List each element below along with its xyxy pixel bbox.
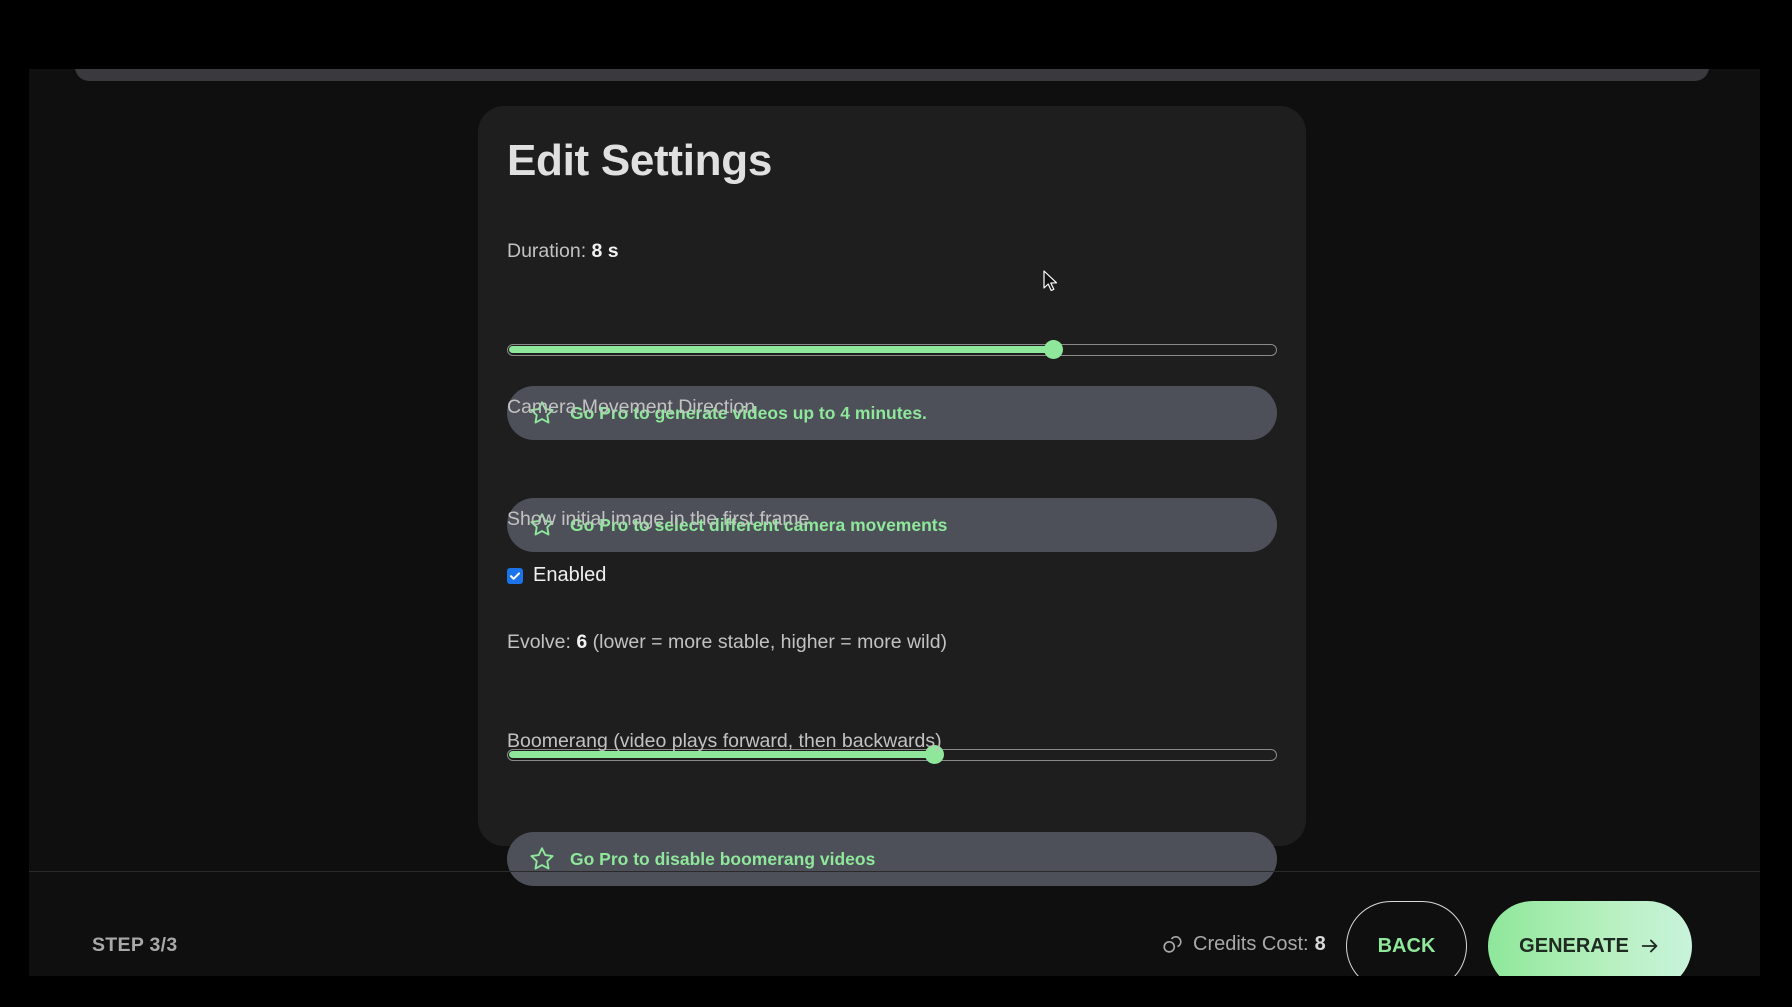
- arrow-right-icon: [1641, 939, 1658, 953]
- step-indicator: STEP 3/3: [92, 934, 178, 956]
- enabled-checkbox[interactable]: [507, 567, 523, 584]
- credits-cost: Credits Cost: 8: [1161, 933, 1326, 956]
- duration-slider-thumb[interactable]: [1044, 340, 1063, 359]
- duration-value: 8 s: [591, 240, 619, 262]
- enabled-checkbox-row[interactable]: Enabled: [507, 564, 606, 587]
- initial-image-label: Show initial image in the first frame: [507, 508, 810, 530]
- footer-divider: [29, 871, 1760, 872]
- top-strip: [75, 69, 1709, 81]
- mouse-cursor-icon: [1043, 270, 1057, 292]
- duration-label-text: Duration:: [507, 240, 587, 262]
- duration-slider[interactable]: [507, 340, 1277, 359]
- credits-label: Credits Cost:: [1193, 933, 1309, 955]
- app-frame: Edit Settings Duration: 8 s Go Pro to ge…: [29, 69, 1760, 976]
- evolve-hint: (lower = more stable, higher = more wild…: [592, 631, 948, 653]
- boomerang-pro-text: Go Pro to disable boomerang videos: [570, 848, 876, 869]
- camera-label: Camera Movement Direction: [507, 396, 756, 418]
- settings-card: Edit Settings Duration: 8 s Go Pro to ge…: [478, 106, 1306, 886]
- duration-label: Duration: 8 s: [507, 240, 619, 263]
- star-icon: [530, 847, 554, 870]
- generate-label: GENERATE: [1519, 934, 1629, 957]
- boomerang-pro-banner[interactable]: Go Pro to disable boomerang videos: [507, 832, 1277, 886]
- check-icon: [510, 571, 520, 580]
- evolve-label: Evolve: 6 (lower = more stable, higher =…: [507, 631, 947, 654]
- boomerang-label: Boomerang (video plays forward, then bac…: [507, 730, 942, 752]
- evolve-value: 6: [576, 631, 588, 653]
- enabled-checkbox-label: Enabled: [533, 564, 607, 586]
- duration-slider-fill: [509, 346, 1054, 353]
- evolve-label-text: Evolve:: [507, 631, 571, 653]
- generate-button[interactable]: GENERATE: [1488, 901, 1692, 976]
- back-button[interactable]: BACK: [1346, 901, 1467, 976]
- coins-icon: [1163, 935, 1182, 953]
- credits-value: 8: [1314, 933, 1326, 955]
- page-title: Edit Settings: [507, 136, 772, 185]
